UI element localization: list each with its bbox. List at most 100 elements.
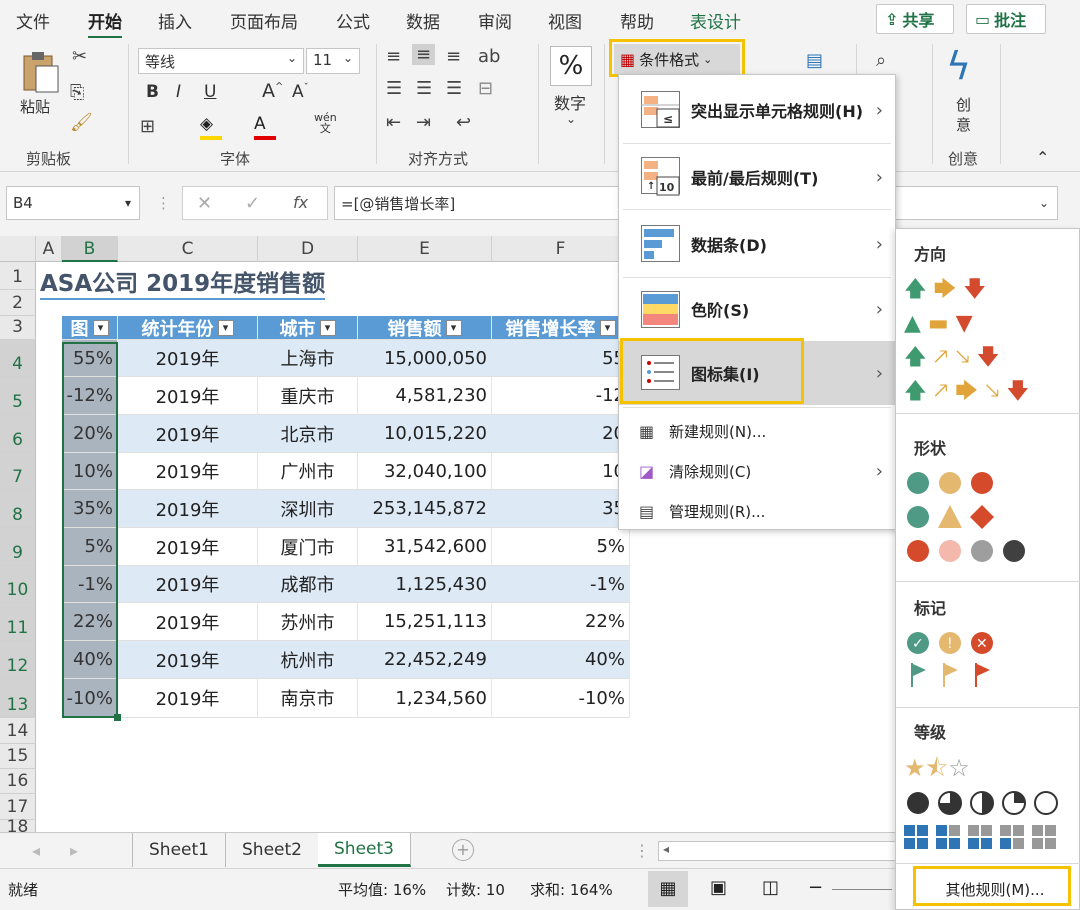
table-cell-sales[interactable]: 15,251,113	[358, 603, 492, 641]
row-header[interactable]: 4	[0, 340, 36, 377]
tab-sheet2[interactable]: Sheet2	[226, 833, 319, 867]
tab-home[interactable]: 开始	[88, 8, 122, 39]
horizontal-scrollbar[interactable]: ◂	[658, 841, 898, 861]
conditional-formatting-button[interactable]: ▦ 条件格式 ⌄	[614, 44, 740, 74]
table-header-cell[interactable]: 销售增长率 ▾	[492, 316, 630, 340]
row-header[interactable]: 5	[0, 377, 36, 415]
scroll-right-icon[interactable]: ▸	[70, 841, 78, 860]
tab-sheet1[interactable]: Sheet1	[132, 833, 226, 867]
font-name-select[interactable]: 等线 ⌄	[138, 48, 304, 74]
table-header-cell[interactable]: 图 ▾	[62, 316, 118, 340]
table-header-cell[interactable]: 销售额 ▾	[358, 316, 492, 340]
table-cell-city[interactable]: 北京市	[258, 415, 358, 453]
indicator-icon-sets[interactable]: ✓ ! ✕	[902, 627, 1032, 693]
table-cell-growth[interactable]: -1%	[492, 566, 630, 603]
table-cell-city[interactable]: 厦门市	[258, 528, 358, 566]
arrows-5-colored-icon-set[interactable]: 🡅 🡕 🡆 🡖 🡇	[904, 375, 1029, 409]
table-header-cell[interactable]: 城市 ▾	[258, 316, 358, 340]
tab-insert[interactable]: 插入	[158, 8, 192, 33]
bold-button[interactable]: B	[146, 82, 159, 102]
table-cell-year[interactable]: 2019年	[118, 641, 258, 679]
table-cell-year[interactable]: 2019年	[118, 679, 258, 718]
table-cell-icon[interactable]: -12%	[62, 377, 118, 415]
table-cell-sales[interactable]: 10,015,220	[358, 415, 492, 453]
column-header-f[interactable]: F	[492, 236, 630, 262]
tab-page-layout[interactable]: 页面布局	[230, 8, 298, 33]
row-header[interactable]: 15	[0, 744, 36, 769]
table-cell-sales[interactable]: 15,000,050	[358, 340, 492, 377]
table-cell-icon[interactable]: -1%	[62, 566, 118, 603]
row-header[interactable]: 3	[0, 316, 36, 340]
page-layout-view-icon[interactable]: ▣	[710, 877, 727, 898]
arrows-3-colored-icon-set[interactable]: 🡅 🡆 🡇	[904, 273, 1029, 307]
enter-icon[interactable]: ✓	[245, 193, 260, 214]
table-cell-year[interactable]: 2019年	[118, 453, 258, 490]
table-cell-growth[interactable]: 5%	[492, 528, 630, 566]
align-middle-icon[interactable]: ≡	[412, 44, 436, 65]
row-header[interactable]: 6	[0, 415, 36, 453]
table-cell-sales[interactable]: 1,125,430	[358, 566, 492, 603]
wrap-text-icon[interactable]: ↩	[456, 112, 471, 133]
boxes-icon-set[interactable]	[902, 823, 1072, 853]
fill-handle[interactable]	[114, 714, 121, 721]
table-cell-icon[interactable]: 10%	[62, 453, 118, 490]
tab-formulas[interactable]: 公式	[336, 8, 370, 33]
share-button[interactable]: ⇪ 共享	[876, 4, 954, 34]
italic-button[interactable]: I	[176, 82, 181, 102]
row-header[interactable]: 1	[0, 262, 36, 290]
row-header[interactable]: 9	[0, 528, 36, 566]
zoom-out-icon[interactable]: −	[808, 877, 823, 898]
table-cell-city[interactable]: 深圳市	[258, 490, 358, 528]
align-bottom-icon[interactable]: ≡	[446, 46, 461, 67]
tab-sheet3[interactable]: Sheet3	[318, 833, 411, 867]
find-icon[interactable]: ⌕	[876, 50, 886, 71]
add-sheet-button[interactable]: +	[452, 839, 474, 861]
table-cell-growth[interactable]: 22%	[492, 603, 630, 641]
tab-help[interactable]: 帮助	[620, 8, 654, 33]
table-cell-city[interactable]: 广州市	[258, 453, 358, 490]
table-cell-icon[interactable]: 20%	[62, 415, 118, 453]
zoom-slider[interactable]	[832, 889, 892, 890]
row-header[interactable]: 16	[0, 769, 36, 794]
table-cell-icon[interactable]: -10%	[62, 679, 118, 718]
tab-view[interactable]: 视图	[548, 8, 582, 33]
percent-icon[interactable]: %	[550, 46, 592, 86]
row-header[interactable]: 8	[0, 490, 36, 528]
table-cell-growth[interactable]: -12	[492, 377, 630, 415]
table-cell-icon[interactable]: 35%	[62, 490, 118, 528]
filter-dropdown-icon[interactable]: ▾	[445, 319, 462, 336]
table-cell-icon[interactable]: 22%	[62, 603, 118, 641]
normal-view-icon[interactable]: ▦	[648, 871, 688, 907]
table-cell-city[interactable]: 上海市	[258, 340, 358, 377]
table-cell-city[interactable]: 杭州市	[258, 641, 358, 679]
align-right-icon[interactable]: ☰	[446, 78, 462, 99]
grow-font-button[interactable]: A^	[262, 80, 283, 102]
table-cell-sales[interactable]: 1,234,560	[358, 679, 492, 718]
decrease-indent-icon[interactable]: ⇤	[386, 112, 401, 133]
menu-item-color-scales[interactable]: 色阶(S) ›	[619, 279, 895, 339]
paste-button[interactable]	[18, 48, 62, 96]
table-cell-city[interactable]: 苏州市	[258, 603, 358, 641]
select-all-corner[interactable]	[0, 236, 36, 262]
table-cell-growth[interactable]: 20	[492, 415, 630, 453]
table-cell-year[interactable]: 2019年	[118, 566, 258, 603]
more-rules-button[interactable]: 其他规则(M)...	[920, 873, 1070, 905]
filter-dropdown-icon[interactable]: ▾	[319, 319, 336, 336]
table-cell-year[interactable]: 2019年	[118, 340, 258, 377]
table-cell-sales[interactable]: 32,040,100	[358, 453, 492, 490]
menu-item-icon-sets[interactable]: 图标集(I) ›	[619, 341, 895, 405]
column-header-d[interactable]: D	[258, 236, 358, 262]
table-cell-icon[interactable]: 40%	[62, 641, 118, 679]
row-header[interactable]: 13	[0, 679, 36, 718]
collapse-ribbon-icon[interactable]: ⌃	[1036, 148, 1049, 167]
table-cell-growth[interactable]: 10	[492, 453, 630, 490]
table-cell-city[interactable]: 重庆市	[258, 377, 358, 415]
tab-review[interactable]: 审阅	[478, 8, 512, 33]
column-header-b[interactable]: B	[62, 236, 118, 262]
align-center-icon[interactable]: ☰	[416, 78, 432, 99]
column-header-a[interactable]: A	[36, 236, 62, 262]
tab-table-design[interactable]: 表设计	[690, 8, 741, 33]
orientation-icon[interactable]: ab	[478, 46, 500, 67]
table-cell-city[interactable]: 南京市	[258, 679, 358, 718]
font-size-select[interactable]: 11 ⌄	[306, 48, 360, 74]
